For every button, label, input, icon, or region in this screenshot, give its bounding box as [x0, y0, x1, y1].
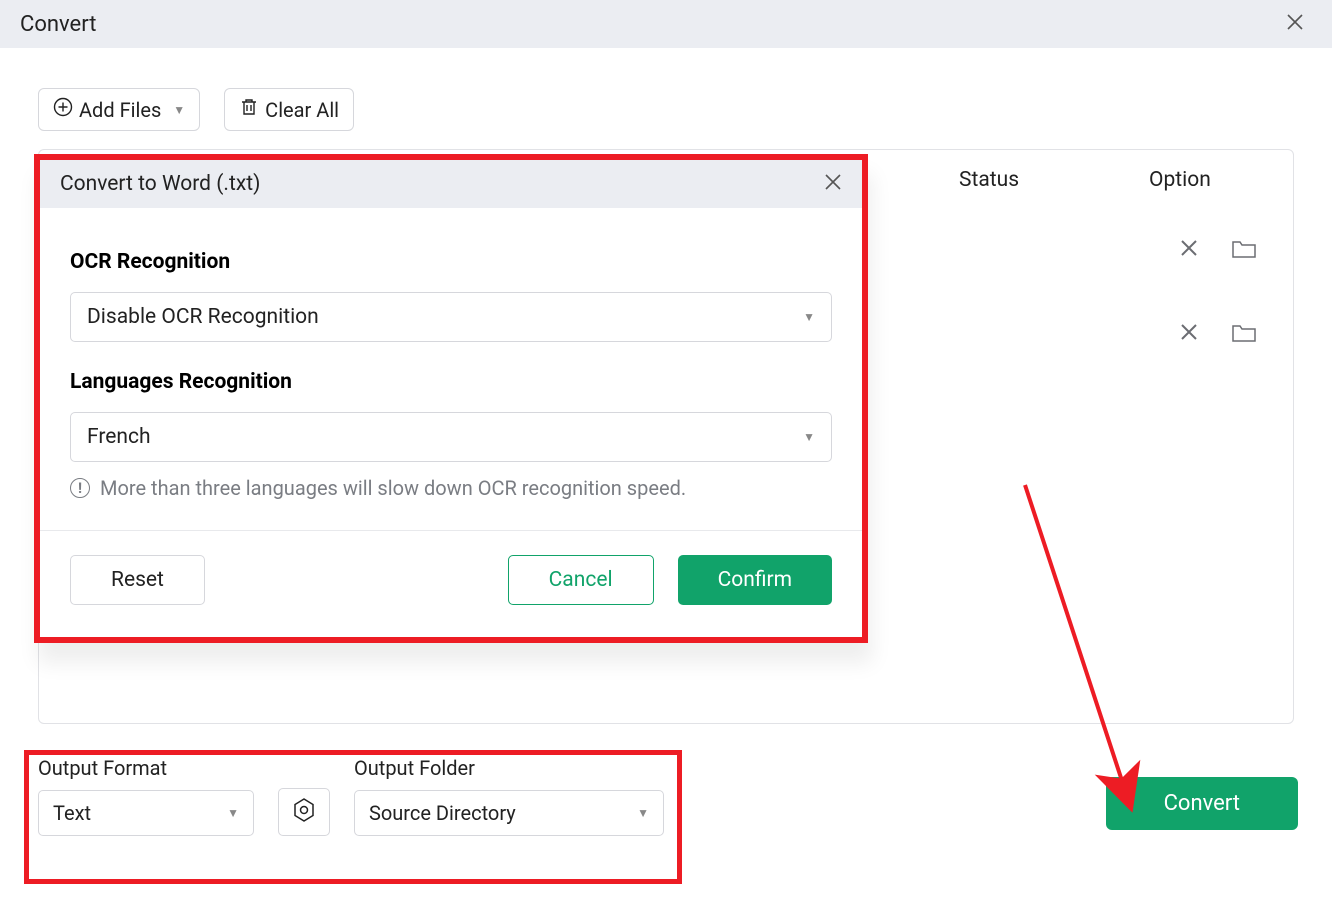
- plus-circle-icon: [53, 97, 73, 122]
- ocr-section-label: OCR Recognition: [70, 250, 832, 274]
- output-format-group: Output Format Text ▼: [38, 756, 254, 836]
- reset-button[interactable]: Reset: [70, 555, 205, 605]
- output-folder-label: Output Folder: [354, 756, 664, 780]
- convert-button[interactable]: Convert: [1106, 777, 1298, 830]
- dialog-body: OCR Recognition Disable OCR Recognition …: [40, 208, 862, 530]
- column-option: Option: [1149, 168, 1211, 192]
- settings-button[interactable]: [278, 788, 330, 836]
- cancel-button[interactable]: Cancel: [508, 555, 654, 605]
- trash-icon: [239, 97, 259, 122]
- chevron-down-icon: ▼: [803, 310, 815, 324]
- open-folder-icon[interactable]: [1231, 238, 1257, 264]
- clear-all-button[interactable]: Clear All: [224, 88, 354, 131]
- languages-value: French: [87, 425, 151, 449]
- output-folder-select[interactable]: Source Directory ▼: [354, 790, 664, 836]
- dialog-title: Convert to Word (.txt): [60, 172, 260, 196]
- output-format-value: Text: [53, 801, 91, 825]
- remove-row-icon[interactable]: [1179, 322, 1199, 348]
- output-format-select[interactable]: Text ▼: [38, 790, 254, 836]
- window-title-bar: Convert: [0, 0, 1332, 48]
- languages-section-label: Languages Recognition: [70, 370, 832, 394]
- add-files-button[interactable]: Add Files ▼: [38, 88, 200, 131]
- output-format-label: Output Format: [38, 756, 254, 780]
- window-title: Convert: [20, 12, 96, 37]
- output-folder-group: Output Folder Source Directory ▼: [354, 756, 664, 836]
- row-actions: [1179, 322, 1257, 348]
- info-note: ! More than three languages will slow do…: [70, 476, 832, 500]
- dialog-footer: Reset Cancel Confirm: [40, 530, 862, 637]
- add-files-label: Add Files: [79, 98, 161, 122]
- dialog-header: Convert to Word (.txt): [40, 160, 862, 208]
- output-folder-value: Source Directory: [369, 801, 516, 825]
- chevron-down-icon: ▼: [637, 806, 649, 820]
- languages-select[interactable]: French ▼: [70, 412, 832, 462]
- toolbar: Add Files ▼ Clear All: [0, 48, 1332, 149]
- dialog-close-icon[interactable]: [824, 172, 842, 196]
- confirm-button[interactable]: Confirm: [678, 555, 832, 605]
- gear-icon: [290, 796, 318, 828]
- info-icon: !: [70, 478, 90, 498]
- open-folder-icon[interactable]: [1231, 322, 1257, 348]
- ocr-mode-select[interactable]: Disable OCR Recognition ▼: [70, 292, 832, 342]
- bottom-bar: Output Format Text ▼ Output Folder Sourc…: [24, 748, 1308, 844]
- chevron-down-icon: ▼: [803, 430, 815, 444]
- clear-all-label: Clear All: [265, 98, 339, 122]
- info-text: More than three languages will slow down…: [100, 476, 686, 500]
- chevron-down-icon: ▼: [227, 806, 239, 820]
- row-actions: [1179, 238, 1257, 264]
- convert-settings-dialog: Convert to Word (.txt) OCR Recognition D…: [34, 154, 868, 643]
- chevron-down-icon: ▼: [173, 103, 185, 117]
- ocr-mode-value: Disable OCR Recognition: [87, 305, 319, 329]
- column-status: Status: [959, 168, 1019, 192]
- window-close-icon[interactable]: [1278, 8, 1312, 40]
- remove-row-icon[interactable]: [1179, 238, 1199, 264]
